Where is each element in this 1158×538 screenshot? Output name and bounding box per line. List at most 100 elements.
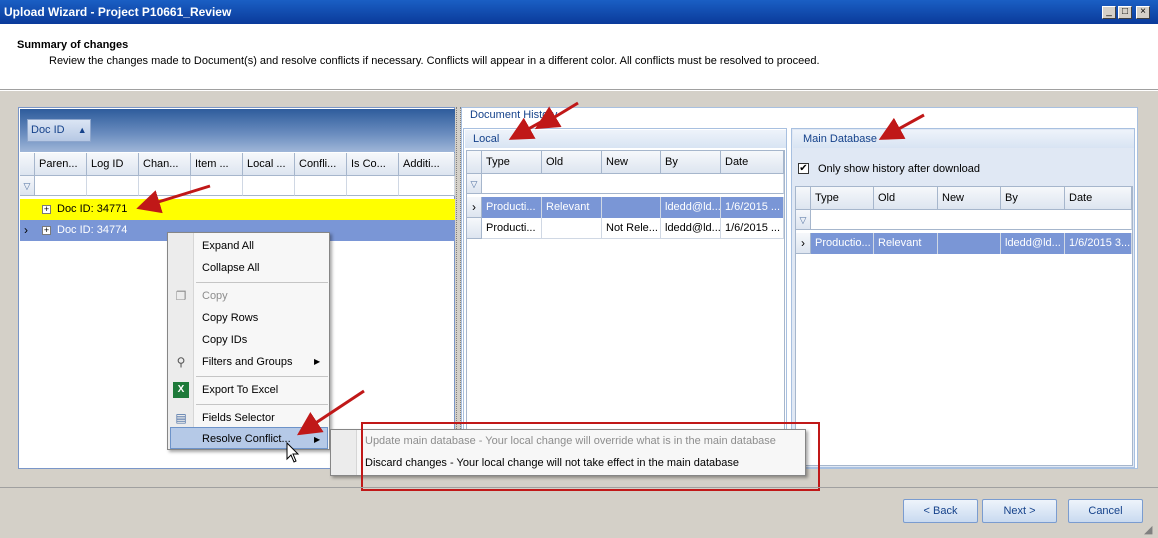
back-button[interactable]: < Back bbox=[903, 499, 978, 523]
window-title-bar[interactable]: Upload Wizard - Project P10661_Review bbox=[0, 0, 1158, 24]
next-button[interactable]: Next > bbox=[982, 499, 1057, 523]
copy-icon: ❐ bbox=[175, 289, 187, 303]
cell-by: ldedd@ld... bbox=[661, 197, 721, 218]
column-header-log-id[interactable]: Log ID bbox=[87, 153, 139, 176]
cell-by: ldedd@ld... bbox=[1001, 233, 1065, 254]
column-header-parent[interactable]: Paren... bbox=[35, 153, 87, 176]
column-header-conflict[interactable]: Confli... bbox=[295, 153, 347, 176]
document-history-title: Document History bbox=[470, 109, 558, 121]
wizard-header: Summary of changes Review the changes ma… bbox=[0, 24, 1158, 90]
column-header-item[interactable]: Item ... bbox=[191, 153, 243, 176]
cell-new bbox=[938, 233, 1001, 254]
menu-item-copy-rows[interactable]: Copy Rows bbox=[202, 307, 258, 329]
group-row-conflict[interactable]: + Doc ID: 34771 bbox=[20, 199, 455, 220]
context-menu: Expand All Collapse All ❐ Copy Copy Rows… bbox=[167, 232, 330, 450]
filter-cell[interactable] bbox=[347, 176, 399, 196]
menu-item-fields-selector[interactable]: Fields Selector bbox=[202, 407, 275, 429]
header-row-indicator bbox=[20, 153, 35, 176]
local-history-group: Local Type Old New By Date ▽ › Producti.… bbox=[463, 128, 787, 468]
filter-cell[interactable] bbox=[139, 176, 191, 196]
column-header-date[interactable]: Date bbox=[721, 151, 784, 174]
cell-type: Producti... bbox=[482, 197, 542, 218]
menu-item-expand-all[interactable]: Expand All bbox=[202, 235, 254, 257]
page-title: Summary of changes bbox=[17, 39, 129, 51]
menu-item-export-excel[interactable]: Export To Excel bbox=[202, 379, 278, 401]
header-row-indicator bbox=[467, 151, 482, 174]
column-header-by[interactable]: By bbox=[1001, 187, 1065, 210]
row-indicator-icon: › bbox=[467, 197, 482, 218]
column-header-local[interactable]: Local ... bbox=[243, 153, 295, 176]
row-indicator-icon: › bbox=[24, 223, 28, 237]
local-history-grid[interactable]: Type Old New By Date ▽ › Producti... Rel… bbox=[466, 150, 785, 467]
filter-cell[interactable] bbox=[191, 176, 243, 196]
filter-funnel-icon: ⚲ bbox=[176, 355, 186, 369]
group-chip-doc-id[interactable]: Doc ID ▲ bbox=[27, 119, 91, 142]
row-indicator bbox=[467, 218, 482, 239]
page-description: Review the changes made to Document(s) a… bbox=[49, 55, 820, 67]
cell-date: 1/6/2015 3... bbox=[1065, 233, 1132, 254]
column-header-new[interactable]: New bbox=[938, 187, 1001, 210]
menu-item-resolve-conflict[interactable]: Resolve Conflict... bbox=[202, 428, 291, 450]
column-header-type[interactable]: Type bbox=[482, 151, 542, 174]
menu-item-copy-ids[interactable]: Copy IDs bbox=[202, 329, 247, 351]
filter-cell[interactable] bbox=[399, 176, 455, 196]
expand-icon[interactable]: + bbox=[42, 205, 51, 214]
filter-icon[interactable]: ▽ bbox=[796, 210, 811, 230]
filter-icon[interactable]: ▽ bbox=[20, 176, 35, 196]
resize-grip-icon[interactable]: ◢ bbox=[1144, 524, 1156, 536]
only-show-history-checkbox[interactable]: ✔ bbox=[798, 163, 809, 174]
window-title: Upload Wizard - Project P10661_Review bbox=[4, 5, 232, 19]
group-row-label: Doc ID: 34771 bbox=[57, 203, 128, 215]
column-header-by[interactable]: By bbox=[661, 151, 721, 174]
row-indicator-icon: › bbox=[796, 233, 811, 254]
minimize-button[interactable]: _ bbox=[1102, 6, 1116, 19]
column-header-old[interactable]: Old bbox=[542, 151, 602, 174]
footer-divider bbox=[0, 487, 1158, 488]
cell-old bbox=[542, 218, 602, 239]
cell-date: 1/6/2015 ... bbox=[721, 218, 784, 239]
menu-item-collapse-all[interactable]: Collapse All bbox=[202, 257, 259, 279]
filter-row[interactable] bbox=[482, 174, 784, 194]
table-row[interactable]: Productio... Relevant ldedd@ld... 1/6/20… bbox=[811, 233, 1132, 254]
close-button[interactable]: × bbox=[1136, 6, 1150, 19]
filter-cell[interactable] bbox=[295, 176, 347, 196]
cell-new bbox=[602, 197, 661, 218]
group-row-label: Doc ID: 34774 bbox=[57, 224, 128, 236]
column-header-type[interactable]: Type bbox=[811, 187, 874, 210]
column-header-change[interactable]: Chan... bbox=[139, 153, 191, 176]
column-header-additional[interactable]: Additi... bbox=[399, 153, 455, 176]
filter-row[interactable] bbox=[811, 210, 1132, 230]
filter-icon[interactable]: ▽ bbox=[467, 174, 482, 194]
menu-separator bbox=[196, 282, 328, 283]
group-by-area[interactable]: Doc ID ▲ bbox=[20, 109, 455, 152]
column-header-new[interactable]: New bbox=[602, 151, 661, 174]
filter-cell[interactable] bbox=[87, 176, 139, 196]
cell-old: Relevant bbox=[874, 233, 938, 254]
submenu-arrow-icon: ▶ bbox=[314, 357, 321, 366]
table-row[interactable]: Producti... Relevant ldedd@ld... 1/6/201… bbox=[482, 197, 784, 218]
column-header-is-conflict[interactable]: Is Co... bbox=[347, 153, 399, 176]
expand-icon[interactable]: + bbox=[42, 226, 51, 235]
menu-separator bbox=[196, 376, 328, 377]
filter-cell[interactable] bbox=[35, 176, 87, 196]
filter-cell[interactable] bbox=[243, 176, 295, 196]
menu-item-filters-groups[interactable]: Filters and Groups bbox=[202, 351, 292, 373]
annotation-highlight-box bbox=[361, 422, 820, 491]
submenu-arrow-icon: ▶ bbox=[314, 435, 321, 444]
main-database-history-grid[interactable]: Type Old New By Date ▽ › Productio... Re… bbox=[795, 186, 1133, 466]
excel-icon: X bbox=[173, 382, 189, 398]
menu-separator bbox=[196, 404, 328, 405]
column-header-old[interactable]: Old bbox=[874, 187, 938, 210]
fields-selector-icon: ▤ bbox=[175, 411, 187, 425]
main-database-title: Main Database bbox=[793, 130, 1134, 148]
group-chip-label: Doc ID bbox=[31, 124, 65, 136]
cancel-button[interactable]: Cancel bbox=[1068, 499, 1143, 523]
only-show-history-label: Only show history after download bbox=[818, 163, 981, 175]
local-history-title: Local bbox=[465, 130, 786, 148]
cell-type: Productio... bbox=[811, 233, 874, 254]
menu-item-copy[interactable]: Copy bbox=[202, 285, 228, 307]
cell-date: 1/6/2015 ... bbox=[721, 197, 784, 218]
column-header-date[interactable]: Date bbox=[1065, 187, 1132, 210]
table-row[interactable]: Producti... Not Rele... ldedd@ld... 1/6/… bbox=[482, 218, 784, 239]
maximize-button[interactable]: □ bbox=[1118, 6, 1132, 19]
